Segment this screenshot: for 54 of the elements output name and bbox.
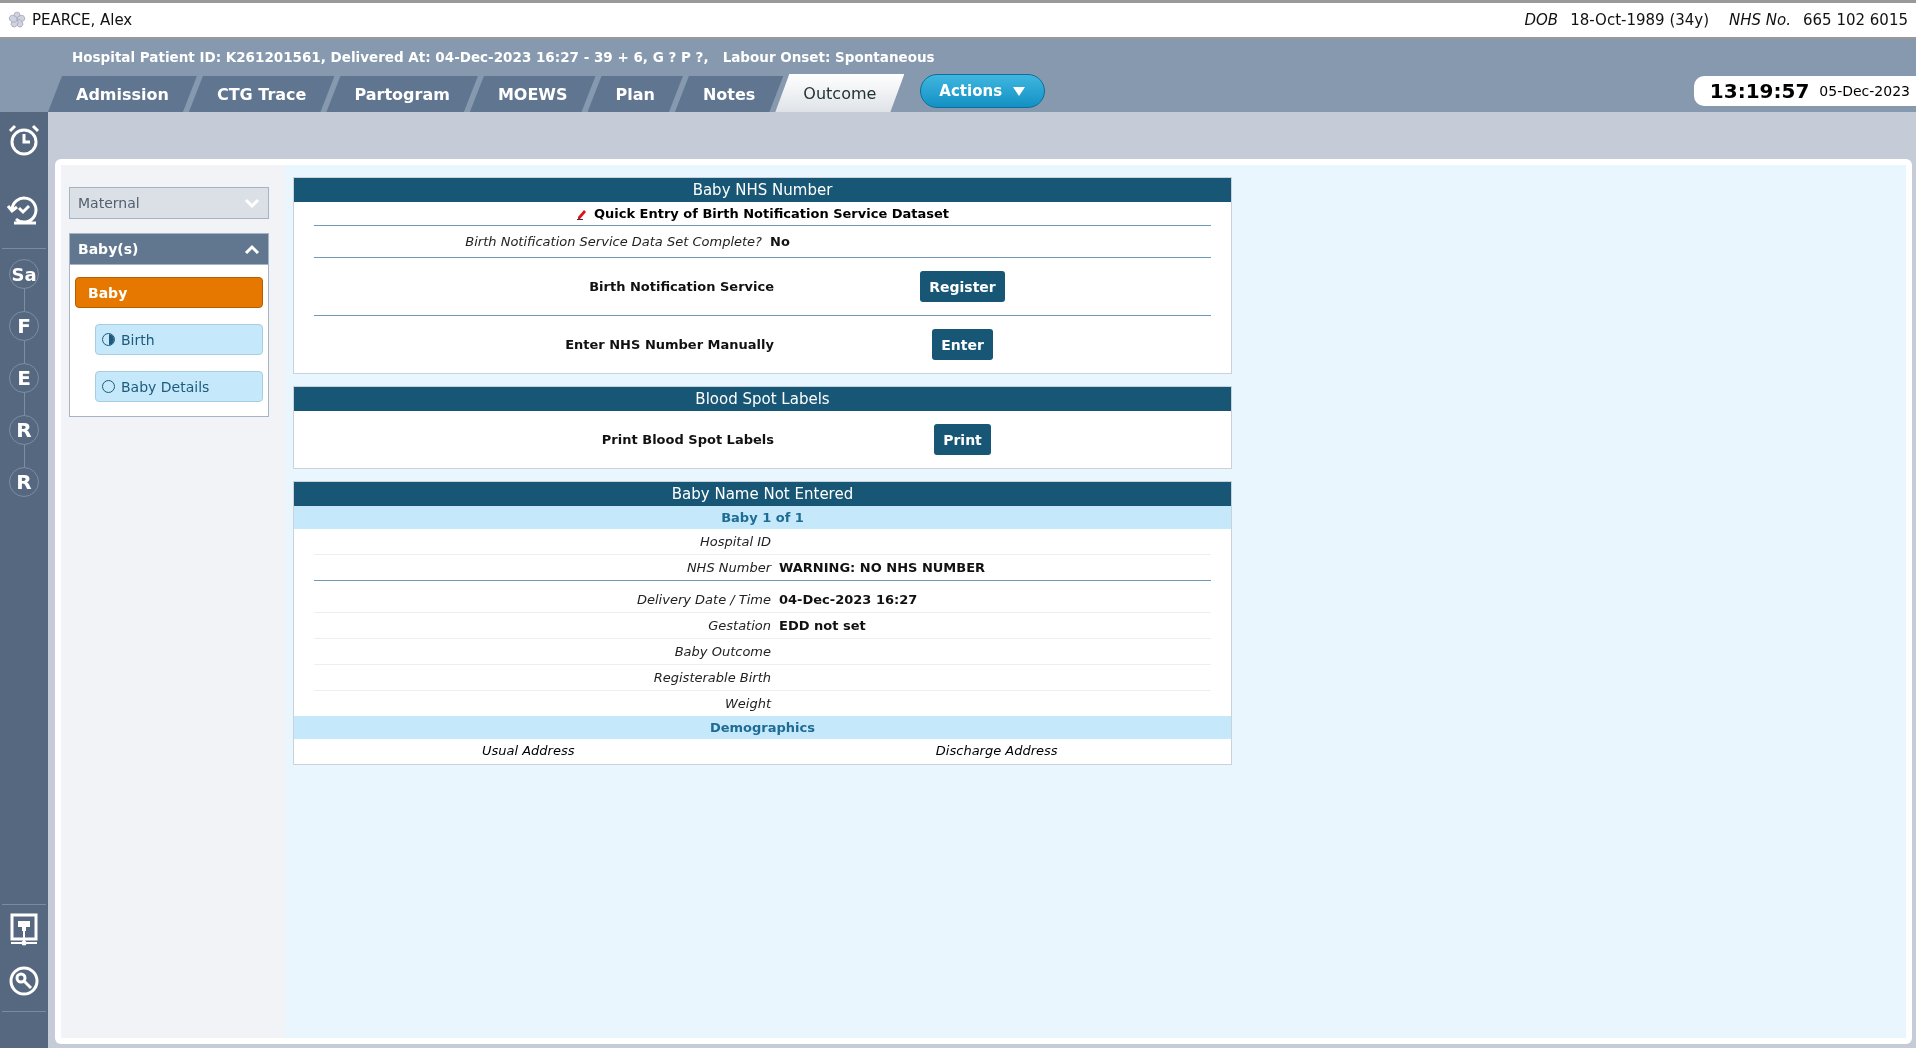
patient-name: PEARCE, Alex	[32, 11, 134, 29]
alarm-clock-icon[interactable]	[6, 122, 42, 158]
tab[interactable]: Notes	[674, 76, 784, 112]
clock-date: 05-Dec-2023	[1819, 83, 1910, 99]
clock-time: 13:19:57	[1709, 79, 1810, 103]
tab[interactable]: Admission	[48, 76, 197, 112]
nhs-label: NHS No.	[1729, 11, 1791, 29]
tab[interactable]: MOEWS	[469, 76, 596, 112]
field-label: NHS Number	[685, 560, 771, 575]
tab[interactable]: Outcome	[775, 74, 905, 112]
baby-count-heading: Baby 1 of 1	[294, 506, 1231, 529]
field-label: Weight	[723, 696, 771, 711]
field-label: Gestation	[707, 618, 771, 633]
field-label: Baby Outcome	[673, 644, 771, 659]
dob-label: DOB	[1524, 11, 1559, 29]
action-button[interactable]: Enter	[932, 329, 993, 360]
step-item[interactable]: Birth	[95, 324, 263, 355]
field-label: Hospital ID	[698, 534, 771, 549]
demographics-heading: Demographics	[294, 716, 1231, 739]
flower-icon	[8, 11, 26, 29]
panel-title: Blood Spot Labels	[294, 387, 1231, 411]
step-item[interactable]: Baby Details	[95, 371, 263, 402]
field-value: WARNING: NO NHS NUMBER	[779, 560, 987, 575]
tab[interactable]: CTG Trace	[188, 76, 335, 112]
panel-title: Baby Name Not Entered	[294, 482, 1231, 506]
search-settings-icon[interactable]	[8, 965, 40, 997]
field-value: EDD not set	[779, 618, 867, 633]
address-label: Discharge Address	[934, 743, 1059, 758]
panel-title: Baby NHS Number	[294, 178, 1231, 202]
actions-button[interactable]: Actions	[920, 74, 1046, 108]
field-label: Birth Notification Service Data Set Complete?	[464, 234, 762, 249]
action-label: Birth Notification Service	[588, 279, 774, 294]
field-label: Delivery Date / Time	[635, 592, 771, 607]
accordion-header[interactable]: Maternal	[69, 187, 269, 219]
chevron-down-icon	[244, 198, 260, 208]
action-label: Enter NHS Number Manually	[564, 337, 774, 352]
field-value: No	[770, 234, 791, 249]
pencil-icon	[575, 207, 588, 220]
chevron-up-icon	[244, 244, 260, 254]
accordion-header[interactable]: Baby(s)	[69, 233, 269, 265]
patient-info-line: Hospital Patient ID: K261201561, Delivered At: 04-Dec-2023 16:27 - 39 + 6, G ? P ?, Labour Onset: Spontaneous	[71, 48, 936, 67]
address-label: Usual Address	[481, 743, 576, 758]
field-value: 04-Dec-2023 16:27	[779, 592, 919, 607]
tab[interactable]: Partogram	[326, 76, 478, 112]
field-label: Registerable Birth	[652, 670, 771, 685]
action-label: Print Blood Spot Labels	[600, 432, 774, 447]
action-button[interactable]: Register	[920, 271, 1005, 302]
baby-item[interactable]: Baby	[75, 277, 263, 308]
quick-entry-link[interactable]: Quick Entry of Birth Notification Service Dataset	[593, 206, 950, 221]
caret-icon	[1012, 85, 1027, 97]
tab[interactable]: Plan	[587, 76, 683, 112]
dob-value: 18-Oct-1989 (34y)	[1570, 11, 1710, 29]
nhs-value: 665 102 6015	[1803, 11, 1908, 29]
action-button[interactable]: Print	[934, 424, 991, 455]
